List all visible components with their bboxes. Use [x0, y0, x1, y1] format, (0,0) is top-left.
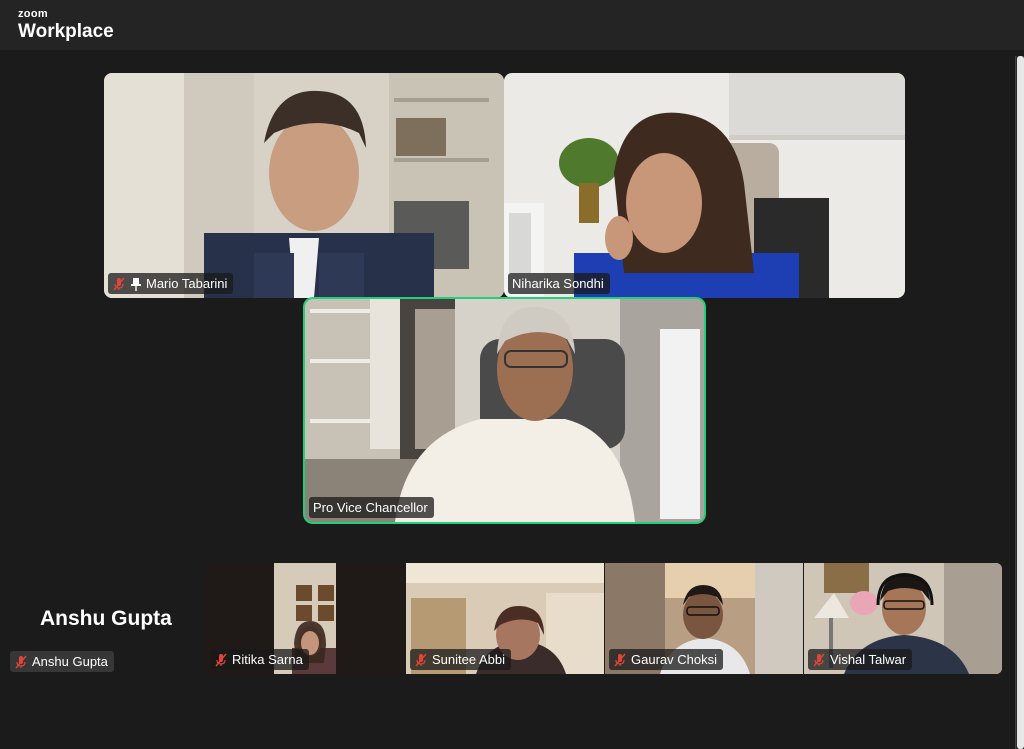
- name-label-anshu[interactable]: Anshu Gupta: [10, 651, 114, 672]
- video-tile-mario[interactable]: Mario Tabarini: [104, 73, 504, 298]
- name-label: Ritika Sarna: [210, 649, 309, 670]
- video-tile-gaurav[interactable]: Gaurav Choksi: [605, 563, 803, 674]
- muted-mic-icon: [215, 653, 227, 666]
- name-label: Niharika Sondhi: [508, 273, 610, 294]
- participant-name: Gaurav Choksi: [631, 652, 717, 667]
- participant-name: Vishal Talwar: [830, 652, 907, 667]
- participant-name: Mario Tabarini: [146, 276, 228, 291]
- muted-mic-icon: [15, 655, 27, 668]
- brand-large: Workplace: [18, 21, 114, 42]
- participant-name: Niharika Sondhi: [512, 276, 604, 291]
- video-feed: [104, 73, 504, 298]
- video-tile-sunitee[interactable]: Sunitee Abbi: [406, 563, 604, 674]
- pin-icon: [131, 277, 141, 291]
- name-label: Vishal Talwar: [808, 649, 913, 670]
- video-tile-niharika[interactable]: Niharika Sondhi: [504, 73, 905, 298]
- zoom-workplace-logo: zoom Workplace: [18, 8, 114, 42]
- brand-small: zoom: [18, 8, 48, 20]
- video-tile-pro-vice-chancellor[interactable]: Pro Vice Chancellor: [305, 299, 704, 522]
- scrollbar-thumb[interactable]: [1017, 56, 1024, 749]
- muted-mic-icon: [415, 653, 427, 666]
- video-tile-vishal[interactable]: Vishal Talwar: [804, 563, 1002, 674]
- video-feed: [305, 299, 704, 522]
- participant-name: Anshu Gupta: [32, 654, 108, 669]
- video-feed: [504, 73, 905, 298]
- participant-name: Sunitee Abbi: [432, 652, 506, 667]
- name-label: Mario Tabarini: [108, 273, 234, 294]
- gallery-scrollbar[interactable]: [1015, 56, 1024, 749]
- participant-name: Pro Vice Chancellor: [313, 500, 428, 515]
- video-tile-ritika[interactable]: Ritika Sarna: [206, 563, 405, 674]
- participant-display-name: Anshu Gupta: [40, 607, 172, 630]
- name-label: Pro Vice Chancellor: [309, 497, 434, 518]
- top-bar: zoom Workplace: [0, 0, 1024, 50]
- participant-name: Ritika Sarna: [232, 652, 303, 667]
- muted-mic-icon: [813, 653, 825, 666]
- muted-mic-icon: [113, 277, 125, 290]
- name-label: Sunitee Abbi: [410, 649, 512, 670]
- muted-mic-icon: [614, 653, 626, 666]
- name-label: Gaurav Choksi: [609, 649, 723, 670]
